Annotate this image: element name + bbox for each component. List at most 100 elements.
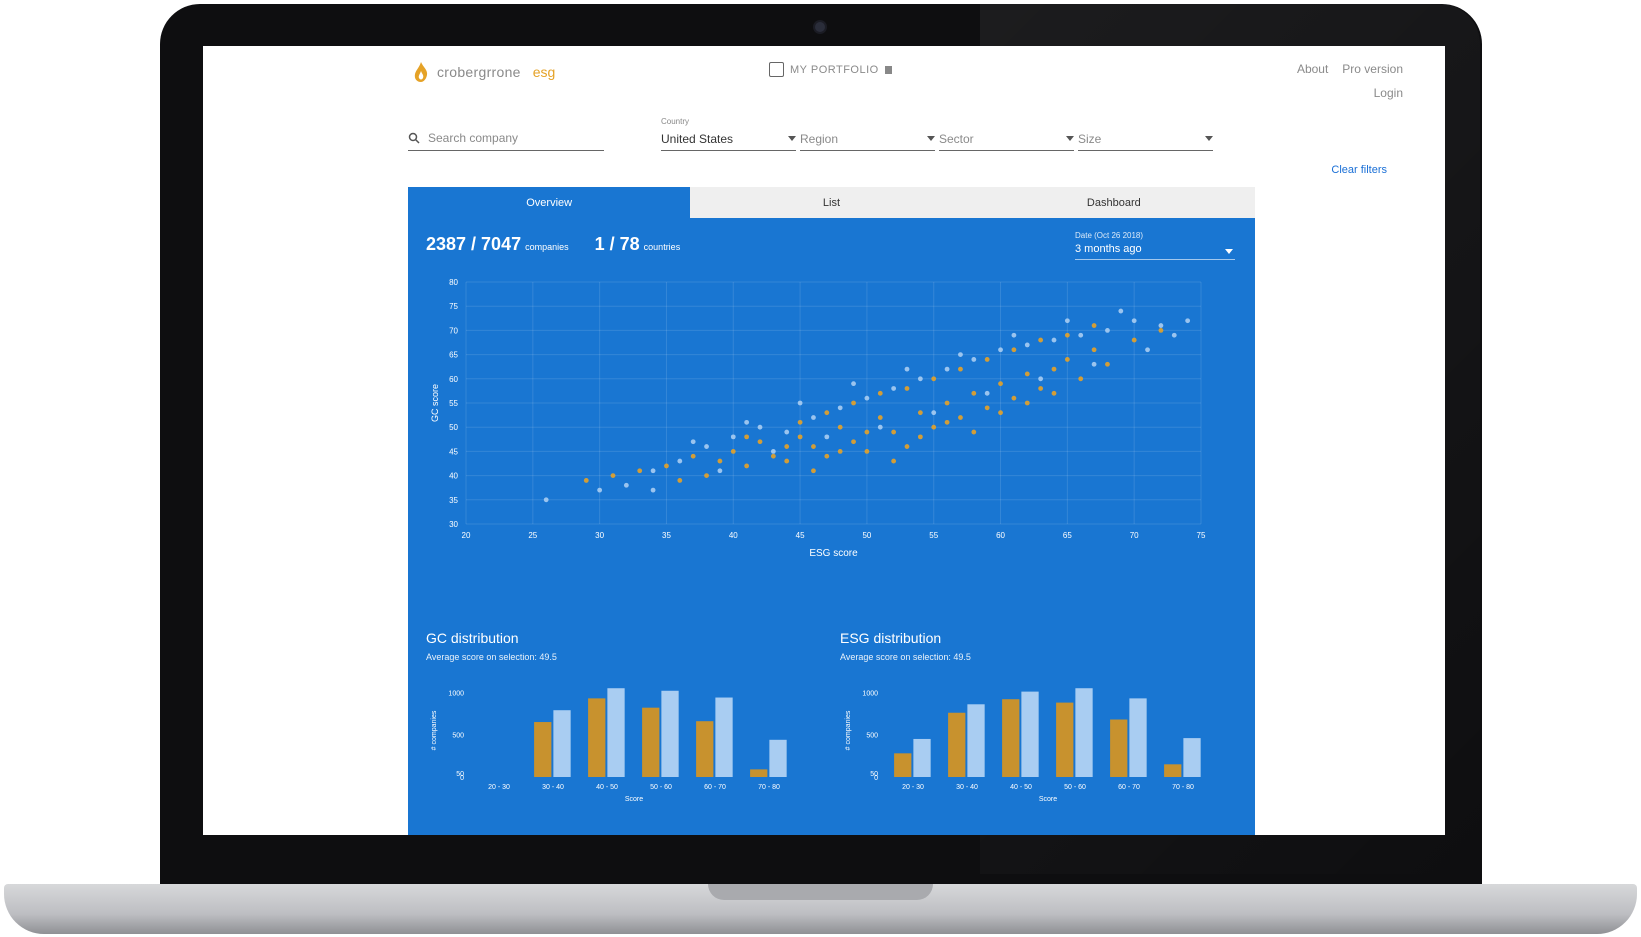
- scatter-point: [891, 458, 897, 464]
- scatter-point: [1011, 395, 1017, 401]
- scatter-point: [877, 424, 883, 430]
- scatter-point: [837, 405, 843, 411]
- scatter-point: [784, 429, 790, 435]
- scatter-point: [797, 400, 803, 406]
- portfolio-checkbox[interactable]: [769, 62, 784, 77]
- scatter-point: [984, 357, 990, 362]
- bar: [607, 688, 625, 777]
- search-input[interactable]: [426, 130, 595, 146]
- scatter-point: [811, 444, 816, 449]
- scatter-point: [864, 449, 870, 454]
- search-bar: [408, 126, 604, 151]
- y-tick-label: 40: [449, 472, 458, 481]
- x-axis-label: Score: [625, 796, 643, 802]
- x-tick-label: 25: [528, 531, 537, 540]
- scatter-point: [851, 439, 856, 445]
- scatter-point: [610, 473, 616, 478]
- scatter-point: [1064, 332, 1070, 338]
- scatter-point: [1091, 361, 1097, 367]
- bar: [715, 697, 733, 777]
- scatter-point: [1051, 390, 1057, 396]
- scatter-point: [1131, 318, 1137, 324]
- pro-version-link[interactable]: Pro version: [1342, 62, 1403, 76]
- scatter-point: [1038, 386, 1044, 391]
- scatter-point: [1091, 323, 1097, 328]
- bar: [1129, 698, 1147, 777]
- scatter-point: [1051, 366, 1057, 372]
- scatter-point: [757, 424, 763, 430]
- sector-placeholder: Sector: [939, 132, 974, 146]
- y-tick-label: 55: [449, 399, 458, 408]
- bar: [750, 769, 768, 777]
- scatter-point: [1105, 328, 1110, 333]
- tab-list[interactable]: List: [690, 187, 972, 218]
- scatter-point: [770, 449, 776, 454]
- x-tick-label: 50 - 60: [650, 784, 672, 791]
- scatter-point: [811, 468, 816, 474]
- x-tick-label: 20: [462, 531, 471, 540]
- scatter-point: [730, 434, 736, 440]
- scatter-point: [904, 444, 910, 449]
- flame-logo-icon: [414, 62, 428, 82]
- scatter-point: [1185, 318, 1191, 324]
- bar: [1164, 764, 1182, 777]
- scatter-point: [931, 410, 937, 416]
- scatter-point: [1024, 400, 1030, 406]
- scatter-point: [944, 419, 950, 425]
- x-tick-label: 30 - 40: [542, 784, 564, 791]
- scatter-point: [944, 400, 950, 406]
- y-tick-label: 500: [866, 733, 878, 740]
- scatter-point: [917, 410, 923, 416]
- gc-distribution-title: GC distribution: [426, 630, 519, 646]
- esg-distribution-subtitle: Average score on selection: 49.5: [840, 652, 971, 662]
- tab-overview[interactable]: Overview: [408, 187, 691, 218]
- laptop-screen: crobergrrone esg MY PORTFOLIO About Pro …: [203, 46, 1445, 835]
- scatter-point: [677, 478, 683, 483]
- scatter-point: [650, 468, 656, 474]
- country-select[interactable]: Country United States: [661, 117, 796, 151]
- chevron-down-icon: [1066, 136, 1074, 141]
- scatter-point: [1038, 376, 1044, 382]
- esg-distribution: ESG distribution Average score on select…: [840, 630, 1220, 807]
- logo-accent: esg: [532, 64, 556, 80]
- scatter-point: [1078, 332, 1084, 338]
- y-tick-label: 50: [870, 771, 878, 778]
- y-tick-label: 70: [449, 326, 458, 335]
- scatter-point: [931, 424, 937, 430]
- bar: [769, 739, 787, 777]
- region-select[interactable]: Region: [800, 126, 935, 151]
- clear-filters-link[interactable]: Clear filters: [1331, 164, 1387, 176]
- scatter-point: [984, 405, 990, 411]
- bar: [661, 690, 679, 777]
- y-tick-label: 30: [449, 520, 458, 529]
- scatter-point: [623, 482, 629, 488]
- my-portfolio-toggle[interactable]: MY PORTFOLIO: [769, 62, 892, 77]
- portfolio-label: MY PORTFOLIO: [790, 63, 879, 76]
- y-axis-label: GC score: [430, 384, 440, 422]
- scatter-point: [998, 381, 1003, 387]
- scatter-point: [944, 366, 950, 372]
- app-logo[interactable]: crobergrrone esg: [413, 62, 555, 82]
- date-select[interactable]: Date (Oct 26 2018) 3 months ago: [1075, 231, 1235, 260]
- overview-panel: 2387 / 7047 companies 1 / 78 countries D…: [408, 218, 1255, 835]
- scatter-point: [824, 410, 830, 416]
- x-axis-label: Score: [1039, 796, 1057, 802]
- size-select[interactable]: Size: [1078, 126, 1213, 151]
- companies-label: companies: [525, 242, 569, 252]
- countries-label: countries: [643, 242, 681, 252]
- scatter-point: [797, 419, 803, 425]
- scatter-chart: 20 25 30 35 40 45 50 55 60 65 70 75 30 35 40 45 50 55 60 65…: [430, 278, 1206, 559]
- login-link[interactable]: Login: [1374, 86, 1403, 100]
- scatter-point: [931, 376, 937, 382]
- date-value: 3 months ago: [1075, 243, 1142, 255]
- bar: [642, 707, 660, 777]
- scatter-point: [851, 381, 856, 387]
- about-link[interactable]: About: [1297, 62, 1328, 76]
- scatter-point: [543, 497, 549, 503]
- y-tick-label: 500: [452, 733, 464, 740]
- sector-select[interactable]: Sector: [939, 126, 1074, 151]
- tab-dashboard[interactable]: Dashboard: [973, 187, 1255, 218]
- date-label: Date (Oct 26 2018): [1075, 231, 1144, 240]
- y-tick-label: 65: [449, 351, 458, 360]
- scatter-point: [917, 434, 923, 440]
